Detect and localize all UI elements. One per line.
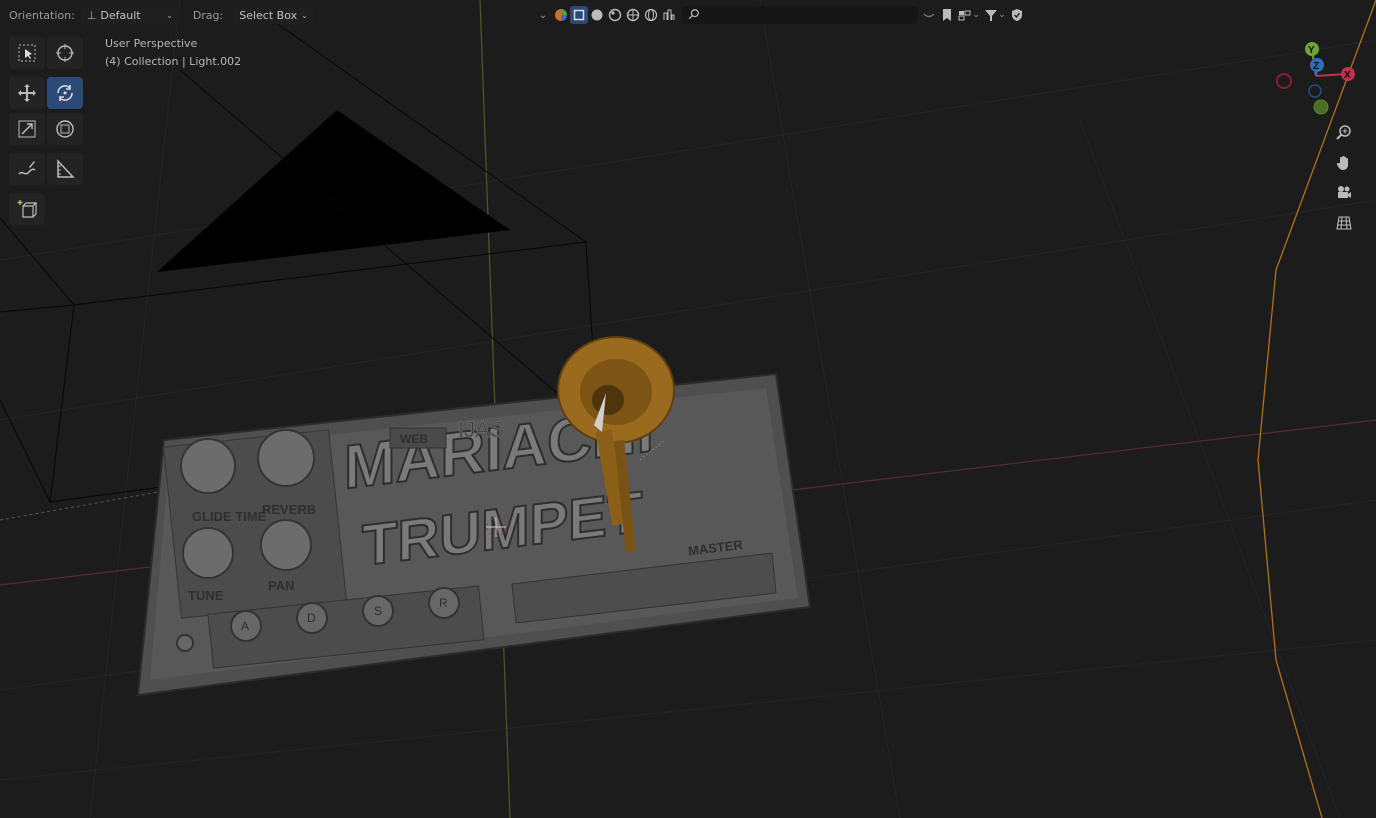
knob-label-reverb: REVERB: [262, 502, 316, 517]
measure-tool[interactable]: [47, 153, 83, 185]
wireframe-shading-icon[interactable]: [642, 6, 660, 24]
add-cube-icon: [17, 200, 38, 218]
pan-button[interactable]: [1331, 150, 1357, 176]
hand-icon: [1336, 156, 1348, 170]
logo-mark: IJAS: [458, 417, 504, 442]
drag-value: Select Box: [239, 8, 298, 22]
chevron-down-icon: ⌄: [301, 10, 308, 20]
rendered-shading-icon[interactable]: [624, 6, 642, 24]
gizmo-neg-x: [1276, 73, 1292, 89]
view-object-types-dropdown[interactable]: ⌄: [534, 6, 552, 24]
bookmark-icon[interactable]: [938, 6, 956, 24]
zoom-button[interactable]: [1331, 120, 1357, 146]
rotate-tool[interactable]: [47, 77, 83, 109]
filter-icon[interactable]: [660, 6, 678, 24]
gizmo-y-label: Y: [1308, 45, 1315, 56]
drag-dropdown[interactable]: Select Box ⌄: [233, 6, 314, 24]
cursor-tool[interactable]: [47, 37, 83, 69]
orientation-label: Orientation:: [9, 8, 75, 22]
adsr-r: R: [439, 596, 448, 610]
annotate-icon: [18, 161, 36, 175]
gizmo-z-label: Z: [1313, 61, 1319, 72]
zoom-icon: [1336, 125, 1351, 140]
orientation-dropdown[interactable]: ⊥ Default ⌄: [80, 6, 179, 24]
header-left: Orientation: ⊥ Default ⌄ Drag: Select Bo…: [9, 4, 314, 26]
select-box-icon: [18, 44, 36, 62]
collection-info: (4) Collection | Light.002: [105, 55, 242, 68]
scale-tool[interactable]: [9, 113, 45, 145]
transform-tool[interactable]: [47, 113, 83, 145]
camera-view-button[interactable]: [1331, 180, 1357, 206]
shield-icon[interactable]: [1008, 6, 1026, 24]
select-mode-icon[interactable]: [570, 6, 588, 24]
search-icon: [688, 8, 700, 23]
transform-icon: [56, 120, 74, 138]
ortho-toggle-button[interactable]: [1331, 210, 1357, 236]
knob-label-glide: GLIDE TIME: [192, 509, 267, 524]
material-shading-icon[interactable]: [606, 6, 624, 24]
drag-label: Drag:: [192, 8, 224, 22]
move-tool[interactable]: [9, 77, 45, 109]
orientation-value: Default: [100, 8, 141, 22]
scale-icon: [18, 120, 36, 138]
solid-shading-icon[interactable]: [588, 6, 606, 24]
camera-icon: [1338, 186, 1351, 198]
annotate-tool[interactable]: [9, 153, 45, 185]
web-label: WEB: [400, 432, 428, 446]
adsr-s: S: [374, 604, 382, 618]
select-box-tool[interactable]: [9, 37, 45, 69]
viewport-scene: GLIDE TIME REVERB TUNE PAN MARIACHI TRUM…: [0, 0, 1376, 818]
knob-label-pan: PAN: [268, 578, 294, 593]
filter-funnel-icon[interactable]: ⌄: [982, 6, 1008, 24]
adsr-d: D: [307, 611, 316, 625]
restrict-toggle-icon[interactable]: [920, 6, 938, 24]
viewport-info: User Perspective (4) Collection | Light.…: [105, 35, 241, 71]
gizmo-neg-y: [1313, 99, 1329, 115]
search-input[interactable]: [682, 6, 918, 24]
grid-icon: [1336, 216, 1352, 230]
measure-icon: [57, 159, 75, 178]
knob-label-tune: TUNE: [188, 588, 224, 603]
viewport-overlay-colors-icon[interactable]: [552, 6, 570, 24]
navigation-gizmo[interactable]: Y Z X: [1270, 38, 1370, 118]
view-name: User Perspective: [105, 37, 198, 50]
gizmo-neg-z: [1308, 84, 1322, 98]
rotate-icon: [57, 85, 73, 101]
3d-viewport[interactable]: GLIDE TIME REVERB TUNE PAN MARIACHI TRUM…: [0, 0, 1376, 818]
cursor-icon: [56, 44, 74, 62]
gizmo-x-label: X: [1344, 70, 1351, 81]
adsr-a: A: [241, 619, 249, 633]
add-cube-tool[interactable]: [9, 193, 45, 225]
display-mode-dropdown[interactable]: ⌄: [956, 6, 982, 24]
header-center: ⌄ ⌄ ⌄: [534, 4, 1026, 26]
orientation-icon: ⊥: [86, 8, 97, 22]
chevron-down-icon: ⌄: [166, 10, 173, 20]
move-icon: [18, 84, 36, 102]
